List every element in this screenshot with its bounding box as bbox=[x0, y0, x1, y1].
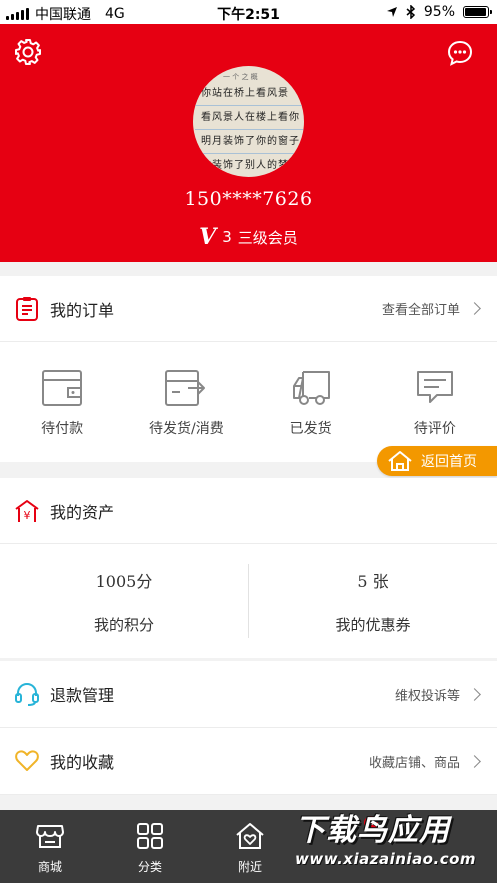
order-status-label: 待付款 bbox=[41, 421, 84, 437]
level-name: 三级会员 bbox=[237, 228, 298, 247]
home-icon bbox=[388, 451, 412, 471]
assets-house-icon: ¥ bbox=[15, 499, 39, 522]
assets-title: 我的资产 bbox=[50, 502, 115, 522]
points-label: 我的积分 bbox=[93, 615, 154, 634]
user-phone: 150****7626 bbox=[184, 188, 313, 210]
watermark: 下载鸟应用 www.xiazainiao.com bbox=[295, 812, 489, 876]
message-icon[interactable] bbox=[447, 40, 473, 66]
order-status-label: 已发货 bbox=[289, 421, 332, 437]
favorites-row[interactable]: 我的收藏 收藏店铺、商品 bbox=[0, 728, 497, 795]
avatar-line: 你装饰了别人的梦 bbox=[195, 154, 304, 177]
order-status-shipped[interactable]: 已发货 bbox=[249, 342, 373, 462]
tab-label: 分类 bbox=[137, 860, 162, 874]
refund-more: 维权投诉等 bbox=[394, 685, 481, 704]
favorites-title: 我的收藏 bbox=[50, 753, 115, 772]
wallet-icon bbox=[42, 370, 83, 406]
order-status-pending-review[interactable]: 待评价 bbox=[373, 342, 497, 462]
coupons-cell[interactable]: 5 张 我的优惠券 bbox=[249, 544, 497, 658]
refund-more-label: 维权投诉等 bbox=[394, 688, 460, 704]
vip-badge: V bbox=[199, 224, 217, 250]
headset-icon bbox=[15, 682, 39, 706]
svg-text:¥: ¥ bbox=[24, 509, 31, 522]
watermark-url: www.xiazainiao.com bbox=[295, 850, 477, 868]
avatar-line: 明月装饰了你的窗子 bbox=[195, 130, 304, 154]
coupons-label: 我的优惠券 bbox=[335, 615, 411, 634]
battery-icon bbox=[463, 6, 492, 18]
tab-label: 商城 bbox=[37, 860, 62, 874]
clipboard-icon bbox=[16, 296, 38, 321]
avatar-note: 一 个 之 概 bbox=[223, 73, 258, 81]
comment-icon bbox=[416, 371, 453, 403]
order-status-label: 待评价 bbox=[413, 421, 456, 437]
assets-card: ¥ 我的资产 1005分 我的积分 5 张 我的优惠券 bbox=[0, 478, 497, 658]
location-arrow-icon bbox=[386, 7, 397, 17]
battery-percent: 95% bbox=[423, 4, 455, 20]
coupons-value: 5 张 bbox=[357, 571, 389, 591]
avatar-line: 看风景人在楼上看你 bbox=[195, 106, 304, 130]
points-cell[interactable]: 1005分 我的积分 bbox=[0, 544, 248, 658]
favorites-more-label: 收藏店铺、商品 bbox=[368, 755, 460, 771]
grid-icon bbox=[137, 823, 163, 849]
watermark-title: 下载鸟应用 bbox=[295, 813, 450, 848]
service-list: 退款管理 维权投诉等 我的收藏 收藏店铺、商品 bbox=[0, 661, 497, 795]
bluetooth-icon bbox=[406, 5, 415, 19]
order-status-label: 待发货/消费 bbox=[149, 421, 224, 437]
chevron-right-icon bbox=[468, 302, 481, 315]
chevron-right-icon bbox=[468, 754, 481, 768]
heart-home-icon bbox=[236, 823, 264, 849]
order-status-pending-payment[interactable]: 待付款 bbox=[0, 342, 124, 462]
status-bar: 中国联通 4G 下午2:51 95% bbox=[0, 0, 497, 24]
tab-store[interactable]: 商城 bbox=[0, 810, 100, 883]
gear-icon[interactable] bbox=[14, 38, 42, 66]
order-status-pending-shipment[interactable]: 待发货/消费 bbox=[124, 342, 248, 462]
order-status-grid: 待付款 待发货/消费 已发货 待评价 bbox=[0, 342, 497, 462]
heart-icon bbox=[15, 750, 39, 771]
store-icon bbox=[36, 825, 64, 848]
refund-management-row[interactable]: 退款管理 维权投诉等 bbox=[0, 661, 497, 728]
avatar[interactable]: 一 个 之 概 你站在桥上看风景 看风景人在楼上看你 明月装饰了你的窗子 你装饰… bbox=[193, 66, 304, 177]
refund-title: 退款管理 bbox=[50, 686, 115, 705]
orders-title: 我的订单 bbox=[50, 300, 115, 320]
profile-header: 一 个 之 概 你站在桥上看风景 看风景人在楼上看你 明月装饰了你的窗子 你装饰… bbox=[0, 24, 497, 262]
orders-header[interactable]: 我的订单 查看全部订单 bbox=[0, 276, 497, 342]
avatar-line: 你站在桥上看风景 bbox=[195, 82, 304, 106]
tab-nearby[interactable]: 附近 bbox=[200, 810, 300, 883]
truck-icon bbox=[292, 371, 330, 405]
level-number: 3 bbox=[222, 228, 232, 246]
orders-card: 我的订单 查看全部订单 待付款 待发货/消费 已发货 待评价 bbox=[0, 276, 497, 462]
points-value: 1005分 bbox=[95, 571, 153, 591]
view-all-orders-label: 查看全部订单 bbox=[381, 303, 460, 318]
back-to-home-label: 返回首页 bbox=[421, 454, 477, 470]
member-level: V 3 三级会员 bbox=[0, 224, 497, 250]
view-all-orders-link[interactable]: 查看全部订单 bbox=[381, 299, 481, 318]
chevron-right-icon bbox=[468, 687, 481, 701]
shipping-box-icon bbox=[165, 370, 206, 406]
favorites-more: 收藏店铺、商品 bbox=[368, 752, 481, 771]
tab-label: 附近 bbox=[237, 860, 262, 874]
assets-grid: 1005分 我的积分 5 张 我的优惠券 bbox=[0, 544, 497, 658]
tab-categories[interactable]: 分类 bbox=[100, 810, 200, 883]
assets-header: ¥ 我的资产 bbox=[0, 478, 497, 544]
back-to-home-button[interactable]: 返回首页 bbox=[377, 446, 497, 476]
